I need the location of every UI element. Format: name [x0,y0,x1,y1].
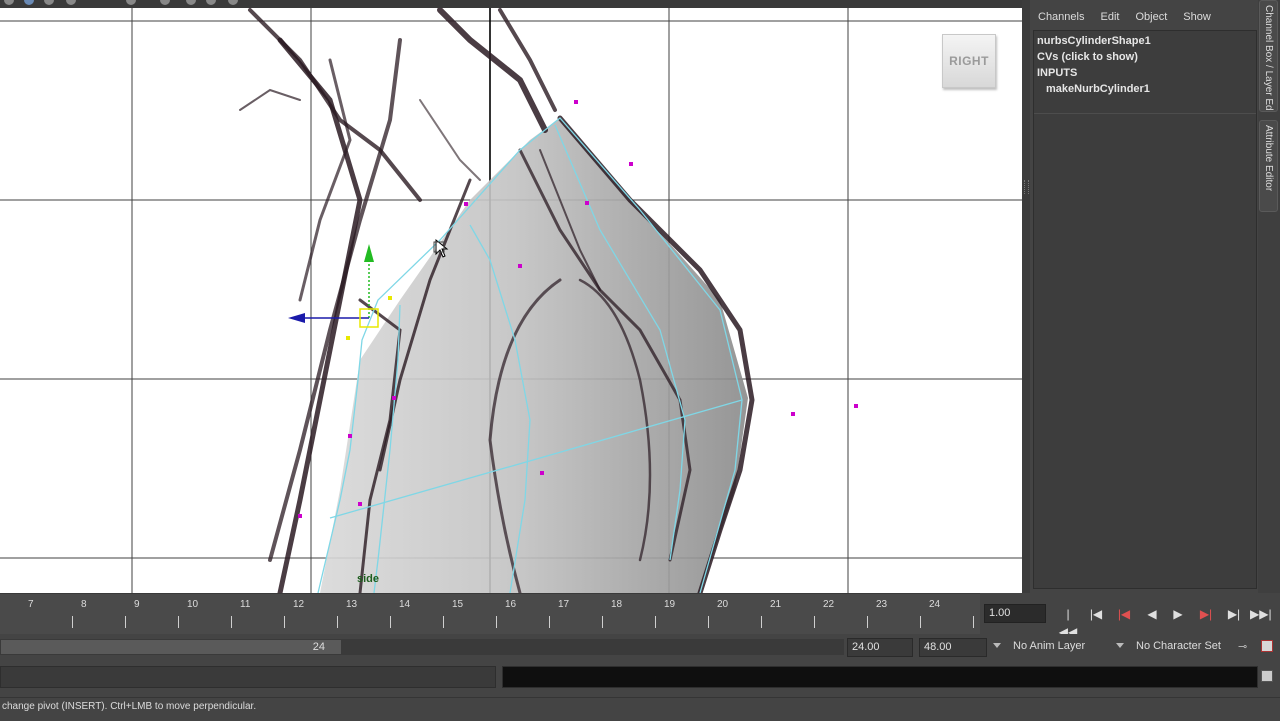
frame-label: 13 [346,599,358,610]
frame-tick [390,616,391,628]
play-forwards-button[interactable]: ▶ [1168,605,1188,623]
frame-tick [761,616,762,628]
viewport-toolbar[interactable] [0,0,1022,8]
frame-label: 16 [505,599,517,610]
frame-tick [125,616,126,628]
help-line: change pivot (INSERT). Ctrl+LMB to move … [0,697,1280,721]
toolbar-icon[interactable] [160,0,170,5]
frame-label: 22 [823,599,835,610]
frame-tick [284,616,285,628]
divider [1034,113,1256,114]
toolbar-icon[interactable] [44,0,54,5]
play-backwards-button[interactable]: ◀ [1142,605,1162,623]
reference-sketch [239,7,755,593]
step-forward-key-button[interactable]: ▶| [1224,605,1244,623]
step-forward-frame-button[interactable]: ▶| [1196,605,1216,623]
step-back-frame-button[interactable]: |◀ [1114,605,1134,623]
panel-divider[interactable] [1022,0,1030,593]
menu-channels[interactable]: Channels [1038,11,1084,23]
shape-node-name[interactable]: nurbsCylinderShape1 [1037,35,1151,47]
tab-attribute-editor[interactable]: Attribute Editor [1259,120,1278,212]
channel-box: Channels Edit Object Show nurbsCylinderS… [1030,0,1257,593]
camera-label: side [357,573,380,585]
go-to-end-button[interactable]: ▶▶| [1250,605,1272,623]
command-input[interactable] [0,666,496,688]
frame-tick [920,616,921,628]
tab-channel-box[interactable]: Channel Box / Layer Editor [1259,0,1278,112]
channel-box-menu: Channels Edit Object Show [1030,0,1257,34]
frame-tick [337,616,338,628]
frame-label: 10 [187,599,199,610]
menu-show[interactable]: Show [1183,11,1211,23]
frame-tick [814,616,815,628]
input-node-name[interactable]: makeNurbCylinder1 [1046,83,1150,95]
frame-label: 7 [28,599,34,610]
chevron-down-icon[interactable] [993,643,1001,648]
toolbar-icon[interactable] [228,0,238,5]
menu-edit[interactable]: Edit [1100,11,1119,23]
range-value: 24 [312,641,325,653]
side-tabs: Channel Box / Layer Editor Attribute Edi… [1258,0,1280,593]
frame-tick [973,616,974,628]
frame-tick [708,616,709,628]
frame-tick [443,616,444,628]
toolbar-icon[interactable] [186,0,196,5]
current-frame-field[interactable]: 1.00 [984,604,1046,623]
frame-label: 23 [876,599,888,610]
script-editor-icon[interactable] [1261,670,1273,682]
menu-object[interactable]: Object [1135,11,1167,23]
channel-box-content: nurbsCylinderShape1 CVs (click to show) … [1033,30,1257,589]
frame-tick [602,616,603,628]
viewport-side[interactable]: RIGHT side [0,0,1022,593]
range-slider-track[interactable] [342,639,844,655]
frame-tick [72,616,73,628]
time-slider[interactable]: 7 8 9 10 11 12 13 14 15 16 17 18 19 20 21 22 23 24 [0,593,980,634]
toolbar-icon[interactable] [24,0,34,5]
toolbar-icon[interactable] [126,0,136,5]
frame-label: 20 [717,599,729,610]
help-text: change pivot (INSERT). Ctrl+LMB to move … [2,701,257,712]
frame-label: 17 [558,599,570,610]
command-line [0,663,1280,691]
frame-label: 19 [664,599,676,610]
frame-label: 24 [929,599,941,610]
auto-key-icon[interactable]: ⊸ [1238,640,1247,653]
command-result [502,666,1258,688]
frame-label: 14 [399,599,411,610]
frame-label: 21 [770,599,782,610]
toolbar-icon[interactable] [4,0,14,5]
range-end-field[interactable]: 48.00 [919,638,987,657]
frame-tick [178,616,179,628]
frame-tick [231,616,232,628]
anim-layer-select[interactable]: No Anim Layer [1013,640,1085,652]
range-slider-row: 24 24.00 48.00 No Anim Layer No Characte… [0,634,1280,660]
frame-tick [549,616,550,628]
go-to-start-button[interactable]: |◀◀ [1058,605,1078,639]
toolbar-icon[interactable] [206,0,216,5]
animation-preferences-icon[interactable] [1261,640,1273,652]
frame-tick [496,616,497,628]
frame-label: 15 [452,599,464,610]
frame-label: 11 [240,599,251,610]
playback-controls: 1.00 |◀◀ |◀ |◀ ◀ ▶ ▶| ▶| ▶▶| [980,593,1280,639]
toolbar-icon[interactable] [66,0,76,5]
frame-label: 18 [611,599,623,610]
chevron-down-icon[interactable] [1116,643,1124,648]
view-cube[interactable]: RIGHT [942,34,996,88]
inputs-heading: INPUTS [1037,67,1078,79]
viewport-scene[interactable] [0,0,1022,593]
frame-label: 8 [81,599,87,610]
frame-tick [655,616,656,628]
frame-tick [867,616,868,628]
frame-label: 12 [293,599,305,610]
character-set-select[interactable]: No Character Set [1136,640,1221,652]
range-slider-handle[interactable]: 24 [0,639,342,655]
step-back-key-button[interactable]: |◀ [1086,605,1106,623]
range-start-field[interactable]: 24.00 [847,638,913,657]
frame-label: 9 [134,599,140,610]
cvs-toggle[interactable]: CVs (click to show) [1037,51,1138,63]
view-cube-label: RIGHT [949,54,989,68]
